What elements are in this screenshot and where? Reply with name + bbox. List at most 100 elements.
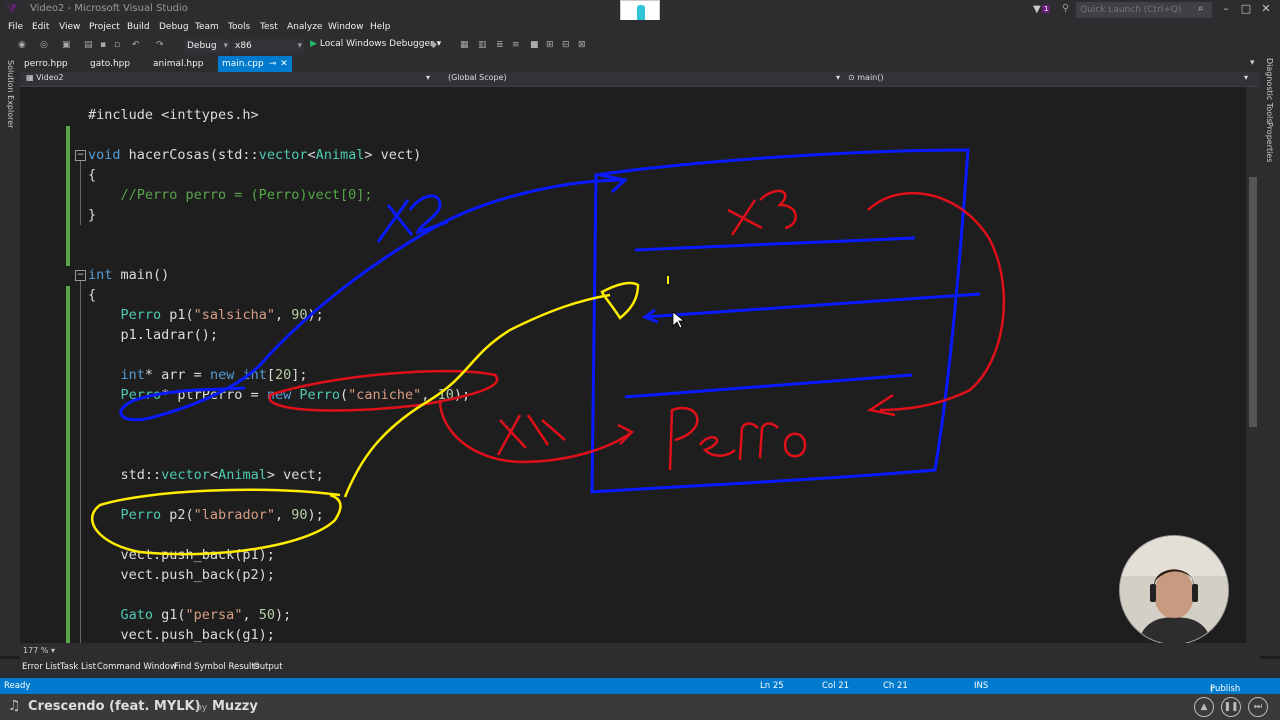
minimize-icon[interactable]: – — [1218, 2, 1234, 15]
presenter-avatar — [1120, 536, 1228, 644]
change-marker — [66, 126, 70, 266]
code-line: vect.push_back(p2); — [88, 567, 275, 583]
code-line: vect.push_back(g1); — [88, 627, 275, 643]
toolbar-icon-3[interactable]: ≣ — [496, 40, 504, 50]
code-line: } — [88, 207, 97, 223]
new-project-icon[interactable]: ▣ — [62, 40, 71, 50]
change-marker — [66, 286, 70, 643]
tab-animal-hpp[interactable]: animal.hpp — [149, 56, 208, 72]
tab-label: perro.hpp — [24, 59, 68, 69]
start-debugging-button[interactable]: ▶ Local Windows Debugger ▾ — [310, 39, 441, 49]
toolbar-icon-1[interactable]: ▦ — [460, 40, 469, 50]
menu-team[interactable]: Team — [195, 22, 219, 32]
chevron-down-icon[interactable]: ▾ — [426, 73, 430, 82]
save-all-icon[interactable]: ▫ — [114, 40, 120, 50]
next-icon[interactable]: ⏭ — [1248, 697, 1268, 717]
outline-guide — [80, 281, 81, 643]
menu-build[interactable]: Build — [127, 22, 150, 32]
undo-icon[interactable]: ↶ — [132, 40, 140, 50]
scope-dropdown[interactable]: (Global Scope) — [448, 73, 507, 82]
track-title: Crescendo (feat. MYLK) — [28, 699, 201, 714]
char-number: Ch 21 — [883, 681, 908, 691]
chevron-down-icon[interactable]: ▾ — [1244, 73, 1248, 82]
tab-find-symbol-results[interactable]: Find Symbol Results — [174, 662, 259, 672]
configuration-select[interactable]: Debug ▾ — [184, 39, 230, 53]
project-name: Video2 — [36, 73, 64, 82]
menu-view[interactable]: View — [59, 22, 80, 32]
toolbar: ◉ ◎ ▣ ▤ ▪ ▫ ↶ ↷ Debug ▾ x86 ▾ ▶ Local Windo… — [0, 36, 1280, 56]
menu-analyze[interactable]: Analyze — [287, 22, 322, 32]
save-icon[interactable]: ▪ — [100, 40, 106, 50]
diagnostic-tools-tab[interactable]: Diagnostic Tools — [1265, 58, 1274, 123]
prev-icon[interactable]: ▲ — [1194, 697, 1214, 717]
menu-debug[interactable]: Debug — [159, 22, 189, 32]
collapse-icon[interactable]: − — [75, 270, 86, 281]
chevron-down-icon[interactable]: ▾ — [1250, 58, 1255, 68]
tab-output[interactable]: Output — [253, 662, 283, 672]
menu-file[interactable]: File — [8, 22, 23, 32]
menu-help[interactable]: Help — [370, 22, 391, 32]
tab-perro-hpp[interactable]: perro.hpp — [20, 56, 72, 72]
pause-icon[interactable]: ❚❚ — [1221, 697, 1241, 717]
close-icon[interactable]: ✕ — [280, 59, 288, 69]
quick-launch-input[interactable] — [1076, 2, 1212, 18]
attach-icon[interactable]: ◆ — [430, 40, 437, 50]
properties-tab[interactable]: Properties — [1265, 122, 1274, 162]
toolbar-icon-2[interactable]: ▥ — [478, 40, 487, 50]
zoom-level[interactable]: 177 % ▾ — [23, 646, 55, 655]
tab-command-window[interactable]: Command Window — [97, 662, 177, 672]
code-content: #include <inttypes.h> void hacerCosas(st… — [88, 105, 470, 643]
tab-task-list[interactable]: Task List — [60, 662, 96, 672]
code-line: { — [88, 167, 97, 183]
outline-guide — [80, 161, 81, 225]
filter-icon[interactable]: ▼ — [1033, 4, 1041, 15]
pin-icon[interactable]: ⊸ — [269, 59, 277, 69]
code-line: #include <inttypes.h> — [88, 107, 259, 123]
toolbar-icon-6[interactable]: ⊟ — [562, 40, 570, 50]
menu-project[interactable]: Project — [89, 22, 120, 32]
window-title: Video2 - Microsoft Visual Studio — [30, 3, 188, 14]
vertical-scrollbar[interactable] — [1246, 87, 1260, 643]
code-line: //Perro perro = (Perro)vect[0]; — [88, 187, 373, 203]
toolbar-icon-4[interactable]: ≡ — [512, 40, 520, 50]
navigate-back-icon[interactable]: ◉ — [18, 40, 26, 50]
code-editor[interactable]: − − #include <inttypes.h> void hacerCosa… — [20, 87, 1246, 643]
code-line: int main() — [88, 267, 170, 283]
search-icon[interactable]: ⌕ — [1198, 3, 1204, 14]
right-side-panel: Diagnostic Tools Properties — [1260, 56, 1280, 656]
project-dropdown[interactable]: ▦ Video2 — [26, 73, 64, 82]
solution-explorer-tab[interactable]: Solution Explorer — [6, 60, 15, 128]
column-number: Col 21 — [822, 681, 850, 691]
code-line: Gato g1("persa", 50); — [88, 607, 292, 623]
toolbar-icon-7[interactable]: ⊠ — [578, 40, 586, 50]
tab-main-cpp[interactable]: main.cpp ⊸ ✕ — [218, 56, 292, 72]
chevron-down-icon[interactable]: ▾ — [836, 73, 840, 82]
menu-edit[interactable]: Edit — [32, 22, 49, 32]
close-icon[interactable]: ✕ — [1258, 2, 1274, 15]
bookmark-icon[interactable]: ■ — [530, 40, 539, 50]
menu-tools[interactable]: Tools — [228, 22, 250, 32]
notification-badge[interactable]: 1 — [1042, 5, 1051, 13]
configuration-value: Debug — [187, 41, 217, 51]
tab-label: animal.hpp — [153, 59, 204, 69]
maximize-icon[interactable]: □ — [1238, 2, 1254, 15]
tab-error-list[interactable]: Error List — [22, 662, 60, 672]
tab-gato-hpp[interactable]: gato.hpp — [86, 56, 134, 72]
member-dropdown[interactable]: ⊙ main() — [848, 73, 883, 82]
toolbar-icon-5[interactable]: ⊞ — [546, 40, 554, 50]
redo-icon[interactable]: ↷ — [156, 40, 164, 50]
music-player-bar: ♫ Crescendo (feat. MYLK) by Muzzy ▲ ❚❚ ⏭ — [0, 694, 1280, 720]
navigation-bar: ▦ Video2 ▾ (Global Scope) ▾ ⊙ main() ▾ — [20, 72, 1260, 87]
status-text: Ready — [4, 681, 31, 691]
editor-zoom-bar: 177 % ▾ — [20, 643, 1260, 659]
collapse-icon[interactable]: − — [75, 150, 86, 161]
platform-select[interactable]: x86 ▾ — [232, 39, 304, 53]
open-file-icon[interactable]: ▤ — [84, 40, 93, 50]
platform-value: x86 — [235, 41, 252, 51]
menu-test[interactable]: Test — [260, 22, 278, 32]
scrollbar-thumb[interactable] — [1249, 177, 1257, 427]
navigate-forward-icon[interactable]: ◎ — [40, 40, 48, 50]
track-artist: Muzzy — [212, 699, 258, 714]
chevron-down-icon: ▾ — [223, 41, 228, 51]
menu-window[interactable]: Window — [328, 22, 364, 32]
